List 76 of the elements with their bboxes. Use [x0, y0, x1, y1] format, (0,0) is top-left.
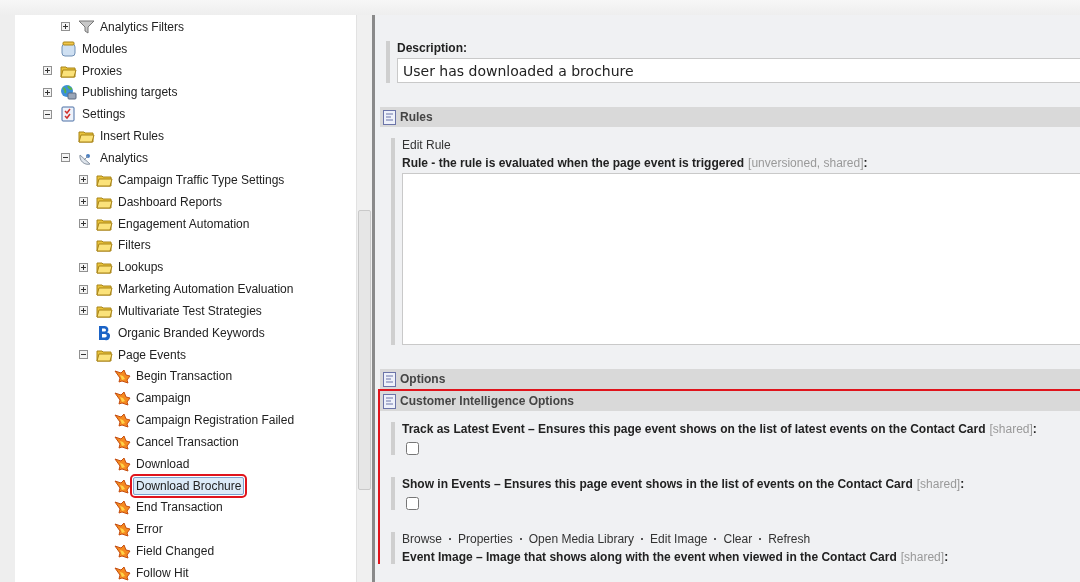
document-icon [383, 109, 396, 125]
field-label: Rule - the rule is evaluated when the page event is triggered [402, 156, 745, 170]
expand-toggle[interactable] [79, 306, 88, 316]
scrollbar[interactable] [356, 15, 372, 582]
description-field[interactable]: User has downloaded a brochure [397, 58, 1080, 83]
tree-item[interactable]: Analytics Filters [97, 17, 188, 36]
expand-toggle[interactable] [79, 175, 88, 185]
label-colon: : [1032, 422, 1037, 436]
tree-item[interactable]: Engagement Automation [115, 214, 253, 233]
field-label: Event Image – Image that shows along with the event when viewed in the Contact Card [402, 550, 897, 564]
tree-item[interactable]: End Transaction [133, 498, 226, 517]
tree-item[interactable]: Download [133, 454, 193, 473]
expand-toggle[interactable] [79, 284, 88, 294]
field-label: Show in Events – Ensures this page event shows in the list of events on the Contact Card [402, 477, 913, 491]
tree-item[interactable]: Insert Rules [97, 127, 168, 146]
document-icon [383, 371, 396, 387]
section-header[interactable]: Rules [380, 107, 1080, 127]
globe-icon [60, 84, 77, 101]
section-header[interactable]: Customer Intelligence Options [380, 391, 1080, 411]
expand-toggle[interactable] [79, 219, 88, 228]
section-header[interactable]: Options [380, 369, 1080, 389]
tree-item[interactable]: Multivariate Test Strategies [115, 301, 265, 320]
expand-toggle[interactable] [43, 87, 52, 97]
label-colon: : [944, 550, 949, 564]
folder-icon [96, 281, 113, 298]
image-action-link[interactable]: Open Media Library [528, 532, 635, 546]
tree-item[interactable]: Modules [79, 39, 131, 58]
folder-icon [96, 259, 113, 276]
tree-item[interactable]: Dashboard Reports [115, 192, 226, 211]
expand-toggle[interactable] [43, 66, 52, 76]
folder-icon [96, 237, 113, 254]
letter-b-icon [96, 324, 113, 341]
label-colon: : [863, 156, 868, 170]
field-label: Track as Latest Event – Ensures this page event shows on the list of latest events on the Contact Card [402, 422, 986, 436]
tree-item[interactable]: Filters [115, 236, 154, 255]
image-action-link[interactable]: Browse [402, 532, 442, 546]
edit-rule-link[interactable]: Edit Rule [402, 138, 451, 152]
tree-item[interactable]: Campaign Registration Failed [133, 411, 298, 430]
collapse-toggle[interactable] [61, 153, 70, 163]
checkbox[interactable] [406, 442, 419, 455]
folder-icon [78, 128, 95, 145]
checklist-icon [60, 106, 77, 123]
field-label: Description: [397, 41, 467, 55]
tree-item[interactable]: Proxies [79, 61, 125, 80]
expand-toggle[interactable] [61, 22, 70, 32]
jar-icon [60, 40, 77, 57]
collapse-toggle[interactable] [79, 350, 88, 360]
tree-item[interactable]: Page Events [115, 345, 190, 364]
expand-toggle[interactable] [79, 197, 88, 207]
tree-item[interactable]: Analytics [97, 149, 152, 167]
image-action-link[interactable]: Properties [458, 532, 513, 546]
tree-item[interactable]: Error [133, 520, 166, 539]
tree-item[interactable]: Lookups [115, 258, 167, 277]
document-icon [383, 393, 396, 409]
tree-item[interactable]: Campaign [133, 389, 194, 408]
field-qualifier: [shared] [989, 422, 1033, 436]
field-qualifier: [unversioned, shared] [748, 156, 864, 170]
tree-item[interactable]: Follow Hit [133, 564, 192, 582]
tree-item[interactable]: Begin Transaction [133, 367, 236, 386]
tree-item[interactable]: Download Brochure [133, 476, 245, 495]
label-colon: : [960, 477, 965, 491]
tree-item[interactable]: Marketing Automation Evaluation [115, 280, 297, 299]
image-action-link[interactable]: Refresh [768, 532, 811, 546]
tree-item[interactable]: Organic Branded Keywords [115, 323, 268, 342]
image-action-link[interactable]: Edit Image [650, 532, 708, 546]
image-action-link[interactable]: Clear [723, 532, 753, 546]
tree-item[interactable]: Publishing targets [79, 83, 181, 102]
rule-field[interactable] [402, 173, 1080, 345]
tree-item[interactable]: Field Changed [133, 542, 218, 561]
tree-item[interactable]: Cancel Transaction [133, 432, 242, 451]
tree-item[interactable]: Campaign Traffic Type Settings [115, 170, 288, 189]
collapse-toggle[interactable] [43, 109, 52, 119]
tree-item[interactable]: Settings [79, 105, 129, 124]
checkbox[interactable] [406, 497, 419, 510]
expand-toggle[interactable] [79, 262, 88, 272]
funnel-icon [78, 18, 95, 35]
